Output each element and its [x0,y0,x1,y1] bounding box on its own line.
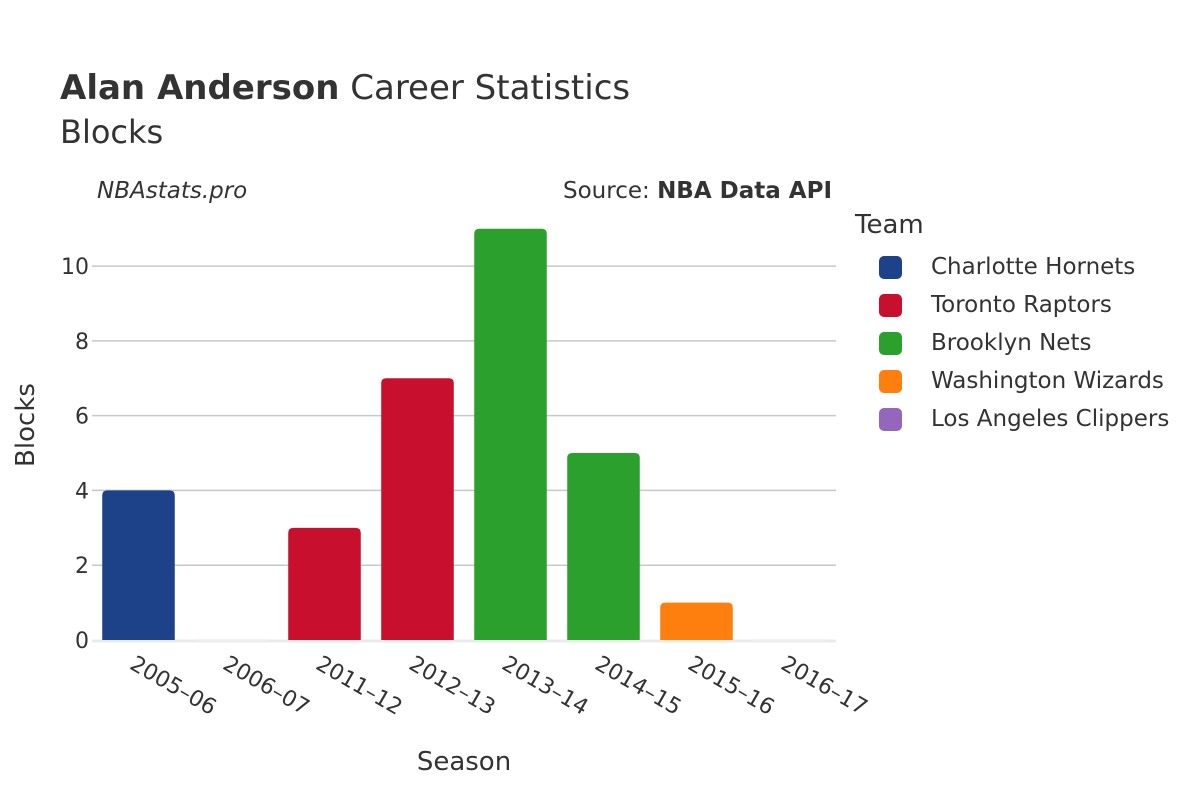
legend-label: Charlotte Hornets [931,254,1136,280]
legend-swatch [879,407,902,431]
bar [567,453,640,640]
legend-label: Washington Wizards [931,368,1164,394]
legend-item[interactable]: Brooklyn Nets [855,324,1169,362]
y-tick-label: 10 [61,255,89,280]
bar [195,639,268,641]
legend-item[interactable]: Los Angeles Clippers [855,400,1169,438]
x-axis-title: Season [417,747,511,777]
x-tick-label: 2015–16 [684,652,779,721]
bar [381,378,454,640]
legend-item[interactable]: Toronto Raptors [855,286,1169,324]
legend-item[interactable]: Washington Wizards [855,362,1169,400]
y-tick-label: 8 [75,330,89,355]
bar [102,490,175,640]
x-tick-label: 2005–06 [126,652,221,721]
legend-label: Los Angeles Clippers [931,406,1170,432]
legend-swatch [879,369,902,393]
legend-swatch [879,331,902,355]
legend-title: Team [855,210,924,240]
y-tick-label: 4 [75,479,89,504]
legend-swatch [879,255,902,279]
y-axis-title: Blocks [11,383,41,467]
legend-item[interactable]: Charlotte Hornets [855,248,1169,286]
x-tick-label: 2011–12 [312,652,407,721]
x-tick-label: 2012–13 [405,652,500,721]
bar [753,639,826,641]
x-tick-label: 2014–15 [591,652,686,721]
x-tick-label: 2006–07 [219,652,314,721]
legend-label: Brooklyn Nets [931,330,1092,356]
y-tick-label: 2 [75,554,89,579]
legend: Team Charlotte Hornets Toronto Raptors Bro… [855,210,1169,438]
bar [474,228,547,640]
bar [288,527,361,640]
y-tick-label: 0 [75,629,89,654]
legend-swatch [879,293,902,317]
bar [660,602,733,640]
x-tick-label: 2013–14 [498,652,593,721]
legend-label: Toronto Raptors [931,292,1112,318]
x-tick-label: 2016–17 [777,652,872,721]
y-tick-label: 6 [75,405,89,430]
